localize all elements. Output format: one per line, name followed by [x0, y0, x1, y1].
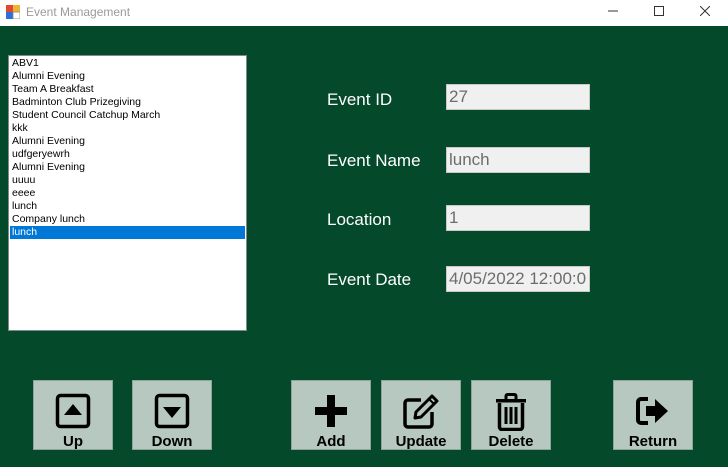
- list-item[interactable]: lunch: [10, 200, 245, 213]
- update-button[interactable]: Update: [381, 380, 461, 450]
- maximize-icon: [654, 6, 664, 16]
- add-button[interactable]: Add: [291, 380, 371, 450]
- edit-icon: [403, 394, 439, 429]
- caret-up-square-icon: [55, 393, 91, 429]
- event-name-label: Event Name: [327, 151, 421, 170]
- app-icon: [6, 5, 20, 19]
- list-item[interactable]: uuuu: [10, 174, 245, 187]
- plus-icon: [315, 395, 347, 427]
- return-button-label: Return: [628, 433, 678, 450]
- list-item-selected[interactable]: lunch: [10, 226, 245, 239]
- up-button-label: Up: [63, 433, 83, 450]
- event-date-label: Event Date: [327, 270, 412, 289]
- list-item[interactable]: ABV1: [10, 57, 245, 70]
- event-id-label: Event ID: [327, 90, 393, 109]
- list-item[interactable]: udfgeryewrh: [10, 148, 245, 161]
- list-item[interactable]: Badminton Club Prizegiving: [10, 96, 245, 109]
- list-item[interactable]: Alumni Evening: [10, 135, 245, 148]
- down-button[interactable]: Down: [132, 380, 212, 450]
- location-label: Location: [327, 210, 392, 229]
- close-button[interactable]: [682, 0, 728, 22]
- close-icon: [700, 6, 710, 16]
- event-name-field[interactable]: lunch: [446, 147, 590, 173]
- event-id-field[interactable]: 27: [446, 84, 590, 110]
- minimize-icon: [608, 10, 618, 12]
- list-item[interactable]: eeee: [10, 187, 245, 200]
- return-button[interactable]: Return: [613, 380, 693, 450]
- minimize-button[interactable]: [590, 0, 636, 22]
- trash-icon: [496, 393, 526, 431]
- delete-button[interactable]: Delete: [471, 380, 551, 450]
- delete-button-label: Delete: [488, 433, 534, 450]
- sign-out-icon: [636, 397, 668, 425]
- list-item[interactable]: Company lunch: [10, 213, 245, 226]
- window-title: Event Management: [26, 5, 131, 19]
- list-item[interactable]: Alumni Evening: [10, 161, 245, 174]
- list-item[interactable]: kkk: [10, 122, 245, 135]
- list-item[interactable]: Student Council Catchup March: [10, 109, 245, 122]
- up-button[interactable]: Up: [33, 380, 113, 450]
- location-field[interactable]: 1: [446, 205, 590, 231]
- maximize-button[interactable]: [636, 0, 682, 22]
- event-date-field[interactable]: 4/05/2022 12:00:0: [446, 266, 590, 292]
- list-item[interactable]: Team A Breakfast: [10, 83, 245, 96]
- down-button-label: Down: [151, 433, 193, 450]
- list-item[interactable]: Alumni Evening: [10, 70, 245, 83]
- title-bar: Event Management: [0, 0, 728, 26]
- add-button-label: Add: [316, 433, 346, 450]
- update-button-label: Update: [395, 433, 447, 450]
- event-listbox[interactable]: ABV1 Alumni Evening Team A Breakfast Bad…: [8, 55, 247, 331]
- caret-down-square-icon: [154, 393, 190, 429]
